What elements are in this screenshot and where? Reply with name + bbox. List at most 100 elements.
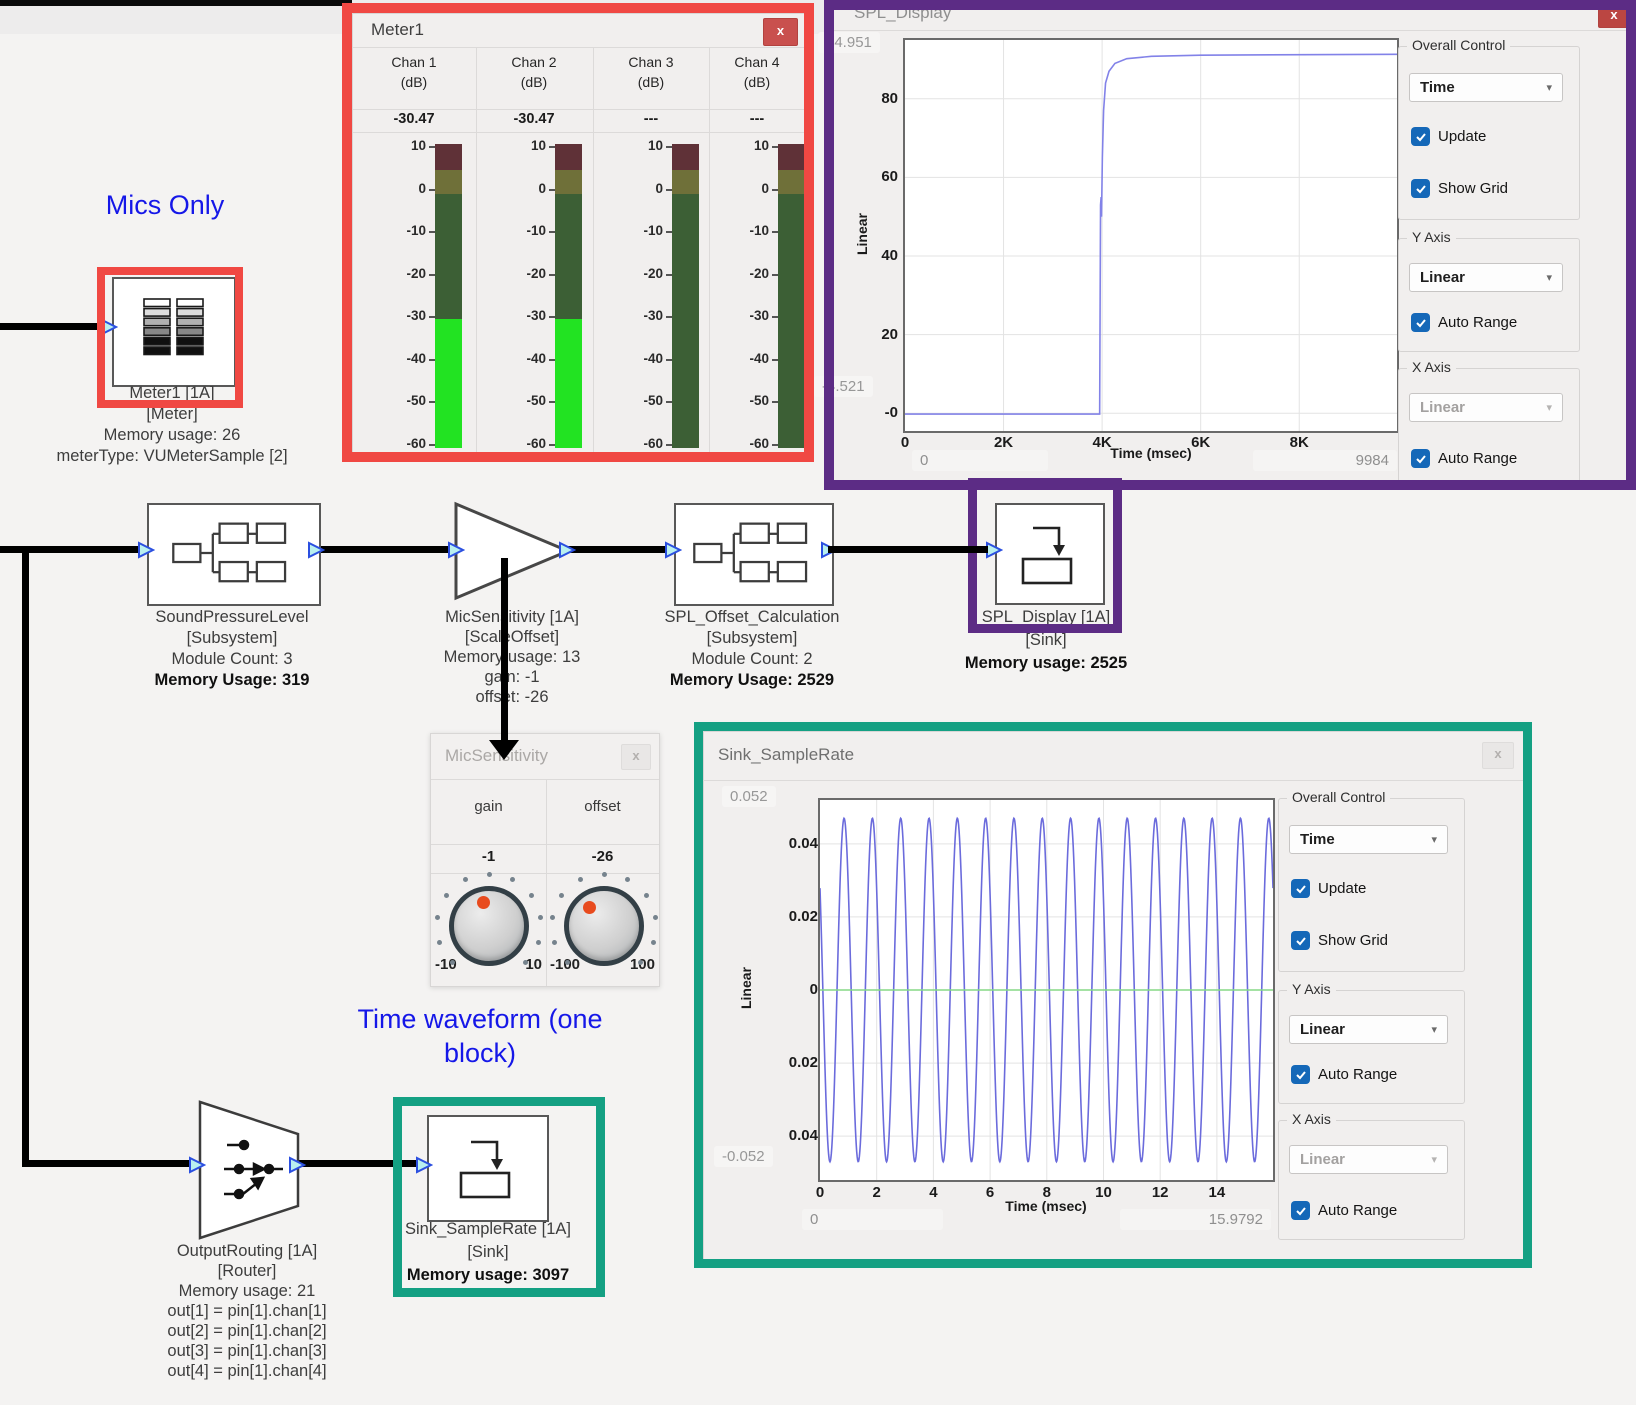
block-label-line: [Sink]	[405, 1241, 571, 1264]
block-label-line: Sink_SampleRate [1A]	[405, 1218, 571, 1241]
block-label-line: Memory Usage: 2529	[665, 670, 840, 691]
router-output-pin[interactable]	[288, 1156, 306, 1179]
wire-router-to-sink[interactable]	[296, 1160, 418, 1167]
block-label-line: Memory usage: 26	[56, 425, 287, 446]
micsens-input-pin[interactable]	[447, 541, 465, 564]
sink-plot-area[interactable]	[818, 798, 1275, 1182]
spl-plot-area[interactable]	[903, 38, 1399, 433]
meter-bar-olive-zone	[672, 170, 699, 193]
spl-input-pin[interactable]	[137, 541, 155, 564]
meter-scale-tick-label: -30	[368, 308, 426, 323]
mode-select[interactable]: Time▾	[1409, 73, 1563, 102]
micsens-output-pin[interactable]	[558, 541, 576, 564]
block-meter1[interactable]	[112, 277, 236, 387]
divider	[593, 47, 594, 453]
checkbox-checked	[1291, 1201, 1310, 1220]
wire-branch-vertical[interactable]	[22, 549, 29, 1167]
meter-scale-tick-label: -40	[605, 351, 663, 366]
wire-input-to-spl[interactable]	[0, 546, 140, 553]
divider	[431, 779, 659, 780]
spl-scope-controls: Overall ControlTime▾UpdateShow GridY Axi…	[1398, 46, 1578, 486]
gain-knob[interactable]	[449, 886, 529, 966]
wire-micsens-to-offset[interactable]	[566, 546, 666, 553]
wire-branch-to-router[interactable]	[22, 1160, 192, 1167]
knob-tick-dot	[529, 893, 534, 898]
block-sink-samplerate[interactable]	[427, 1115, 549, 1222]
label-sink-samplerate: Sink_SampleRate [1A][Sink]Memory usage: …	[405, 1218, 571, 1287]
meter-scale-tick-label: 10	[368, 138, 426, 153]
knob-value-gain: -1	[431, 848, 546, 865]
knob-tick-dot	[550, 915, 555, 920]
auto-range-checkbox[interactable]: Auto Range	[1291, 1065, 1397, 1084]
block-outputrouting-trapezoid[interactable]	[197, 1099, 301, 1241]
spl-display-close-button[interactable]: x	[1598, 2, 1630, 28]
block-micsensitivity-triangle[interactable]	[453, 501, 573, 602]
meter-channel-name: Chan 1	[359, 54, 469, 70]
block-label-line: out[3] = pin[1].chan[3]	[167, 1341, 326, 1361]
block-label-line: Memory usage: 3097	[405, 1264, 571, 1287]
offset-knob[interactable]	[564, 886, 644, 966]
sink-input-pin[interactable]	[415, 1156, 433, 1179]
update-checkbox[interactable]: Update	[1291, 879, 1366, 898]
wire-input-to-meter[interactable]	[0, 323, 102, 330]
auto-range-checkbox[interactable]: Auto Range	[1411, 449, 1517, 468]
checkbox-checked	[1411, 313, 1430, 332]
show-grid-checkbox[interactable]: Show Grid	[1411, 179, 1508, 198]
overall-group-label: Overall Control	[1407, 37, 1510, 53]
show-grid-checkbox[interactable]: Show Grid	[1291, 931, 1388, 950]
probe-arrow-head	[489, 740, 519, 760]
block-label-line: SPL_Display [1A]	[965, 606, 1127, 629]
checkbox-label: Update	[1318, 880, 1366, 897]
meter-scale-tick-label: 10	[488, 138, 546, 153]
wire-offset-to-display[interactable]	[828, 546, 988, 553]
meter1-input-pin[interactable]	[100, 318, 118, 341]
meter-channel-name: Chan 3	[596, 54, 706, 70]
chevron-down-icon: ▾	[1546, 401, 1552, 414]
x-mode-select[interactable]: Linear▾	[1409, 393, 1563, 422]
router-input-pin[interactable]	[188, 1156, 206, 1179]
overall-group: Overall ControlTime▾UpdateShow Grid	[1278, 798, 1465, 972]
y-mode-select[interactable]: Linear▾	[1289, 1015, 1448, 1044]
x-tick-label: 2K	[982, 434, 1026, 451]
meter-bar	[435, 144, 462, 448]
annotation-time-waveform: Time waveform (one block)	[330, 1002, 630, 1070]
sink-samplerate-close-button[interactable]: x	[1482, 742, 1514, 769]
meter-scale-tick-label: -30	[488, 308, 546, 323]
chevron-down-icon: ▾	[1546, 271, 1552, 284]
block-label-line: gain: -1	[444, 667, 581, 687]
knob-tick-dot	[437, 940, 442, 945]
mode-select[interactable]: Time▾	[1289, 825, 1448, 854]
update-checkbox[interactable]: Update	[1411, 127, 1486, 146]
chevron-down-icon: ▾	[1431, 1023, 1437, 1036]
x-mode-select[interactable]: Linear▾	[1289, 1145, 1448, 1174]
meter1-close-button[interactable]: x	[763, 18, 798, 46]
knob-tick-dot	[450, 960, 455, 965]
subsystem-icon	[688, 518, 818, 588]
y-tick-label: 0	[756, 981, 818, 998]
meter-bar-red-zone	[672, 144, 699, 170]
x-tick-label: 6	[968, 1184, 1012, 1201]
auto-range-checkbox[interactable]: Auto Range	[1291, 1201, 1397, 1220]
x-axis-group-label: X Axis	[1407, 359, 1456, 375]
block-label-line: [Router]	[167, 1261, 326, 1281]
wire-spl-to-micsens[interactable]	[309, 546, 449, 553]
offset-input-pin[interactable]	[664, 541, 682, 564]
y-tick-label: 60	[836, 168, 898, 185]
meter-scale-tick-label: -50	[605, 393, 663, 408]
meter-bar	[778, 144, 805, 448]
x-tick-label: 14	[1195, 1184, 1239, 1201]
meter-scale-tick-label: 0	[711, 181, 769, 196]
knob-tick-dot	[463, 877, 468, 882]
spl-output-pin[interactable]	[307, 541, 325, 564]
chevron-down-icon: ▾	[1431, 833, 1437, 846]
micsensitivity-close-button[interactable]: x	[621, 744, 651, 770]
checkbox-label: Update	[1438, 128, 1486, 145]
block-soundpressurelevel[interactable]	[147, 503, 321, 606]
knob-tick-dot	[602, 872, 607, 877]
auto-range-checkbox[interactable]: Auto Range	[1411, 313, 1517, 332]
block-spl-offset-calculation[interactable]	[674, 503, 834, 606]
block-label-line: [Subsystem]	[665, 628, 840, 649]
block-spl-display[interactable]	[995, 503, 1105, 605]
spl-y-axis-label: Linear	[854, 174, 870, 294]
y-mode-select[interactable]: Linear▾	[1409, 263, 1563, 292]
